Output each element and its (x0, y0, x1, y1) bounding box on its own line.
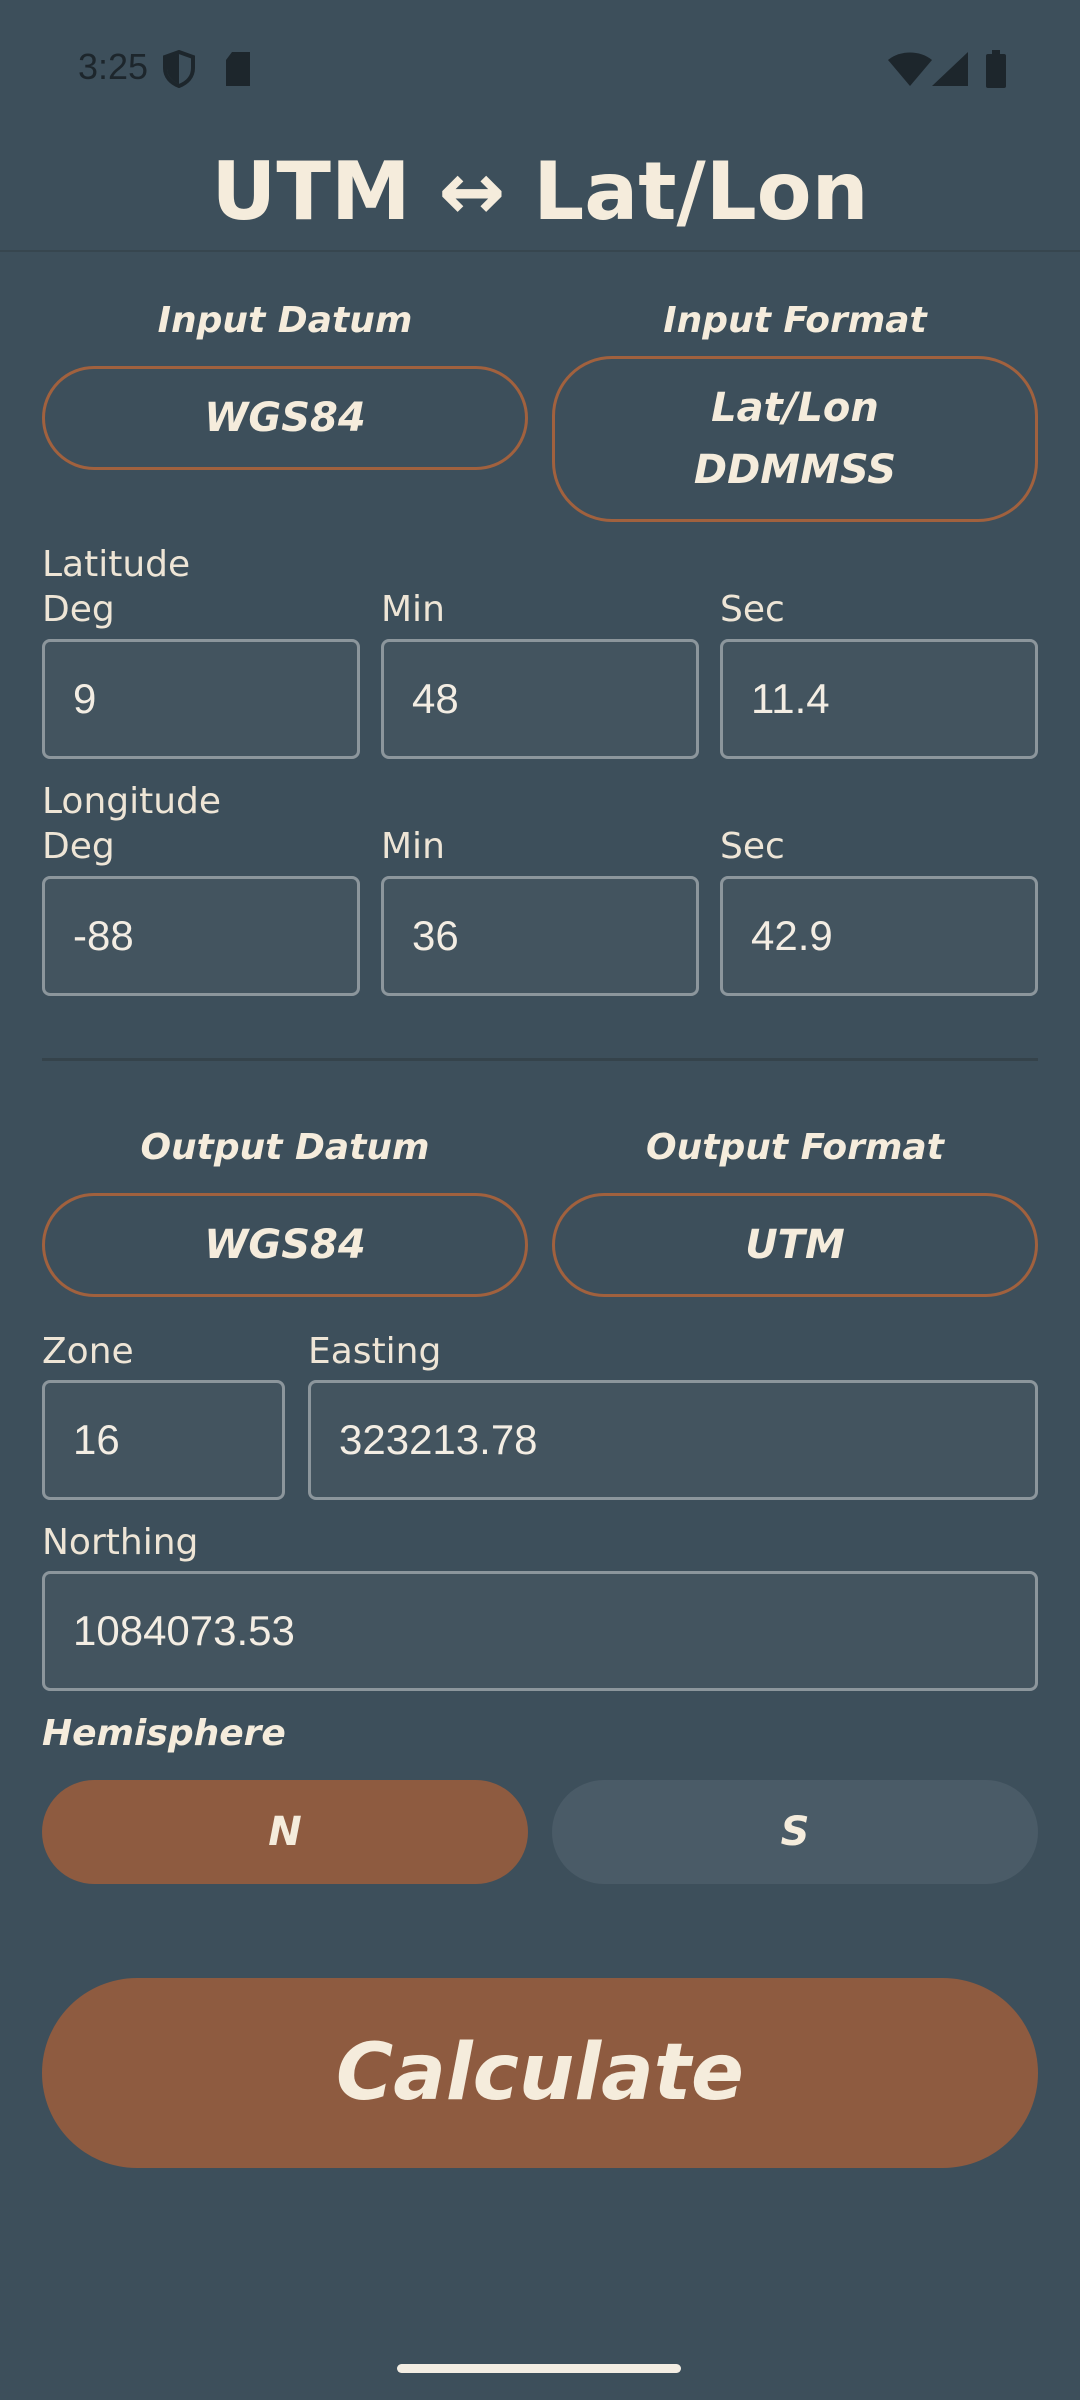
title-divider (0, 250, 1080, 252)
hemisphere-label: Hemisphere (42, 1713, 286, 1754)
zone-label: Zone (42, 1331, 134, 1372)
input-datum-value: WGS84 (204, 395, 366, 441)
input-format-value-line1: Lat/Lon (711, 385, 879, 431)
longitude-deg-input[interactable]: -88 (42, 876, 360, 996)
longitude-sec-input[interactable]: 42.9 (720, 876, 1038, 996)
input-datum-label: Input Datum (157, 300, 413, 341)
section-divider (42, 1058, 1038, 1061)
longitude-min-input[interactable]: 36 (381, 876, 699, 996)
output-format-button[interactable]: UTM (552, 1193, 1038, 1297)
longitude-deg-label: Deg (42, 826, 115, 867)
northing-input[interactable]: 1084073.53 (42, 1571, 1038, 1691)
output-format-label: Output Format (646, 1127, 944, 1168)
longitude-label: Longitude (42, 781, 222, 822)
output-format-value: UTM (745, 1222, 845, 1268)
latitude-deg-input[interactable]: 9 (42, 639, 360, 759)
easting-label: Easting (308, 1331, 442, 1372)
latitude-label: Latitude (42, 544, 191, 585)
hemisphere-south-button[interactable]: S (552, 1780, 1038, 1884)
input-format-button[interactable]: Lat/Lon DDMMSS (552, 356, 1038, 522)
longitude-sec-label: Sec (720, 826, 785, 867)
input-format-value-line2: DDMMSS (693, 447, 897, 493)
sd-card-icon (226, 52, 250, 86)
calculate-button[interactable]: Calculate (42, 1978, 1038, 2168)
cell-signal-icon (932, 52, 968, 86)
latitude-min-input[interactable]: 48 (381, 639, 699, 759)
wifi-icon (888, 52, 932, 86)
status-time: 3:25 (78, 46, 149, 87)
latitude-sec-input[interactable]: 11.4 (720, 639, 1038, 759)
hemisphere-north-button[interactable]: N (42, 1780, 528, 1884)
latitude-deg-label: Deg (42, 589, 115, 630)
northing-label: Northing (42, 1522, 199, 1563)
home-gesture-bar[interactable] (397, 2364, 681, 2373)
latitude-min-label: Min (381, 589, 445, 630)
longitude-min-label: Min (381, 826, 445, 867)
latitude-sec-label: Sec (720, 589, 785, 630)
output-datum-value: WGS84 (204, 1222, 366, 1268)
input-datum-button[interactable]: WGS84 (42, 366, 528, 470)
battery-icon (986, 50, 1006, 88)
input-format-label: Input Format (663, 300, 927, 341)
easting-input[interactable]: 323213.78 (308, 1380, 1038, 1500)
output-datum-button[interactable]: WGS84 (42, 1193, 528, 1297)
page-title: UTM ↔ Lat/Lon (211, 145, 869, 238)
zone-input[interactable]: 16 (42, 1380, 285, 1500)
shield-icon (163, 50, 195, 88)
output-datum-label: Output Datum (140, 1127, 430, 1168)
